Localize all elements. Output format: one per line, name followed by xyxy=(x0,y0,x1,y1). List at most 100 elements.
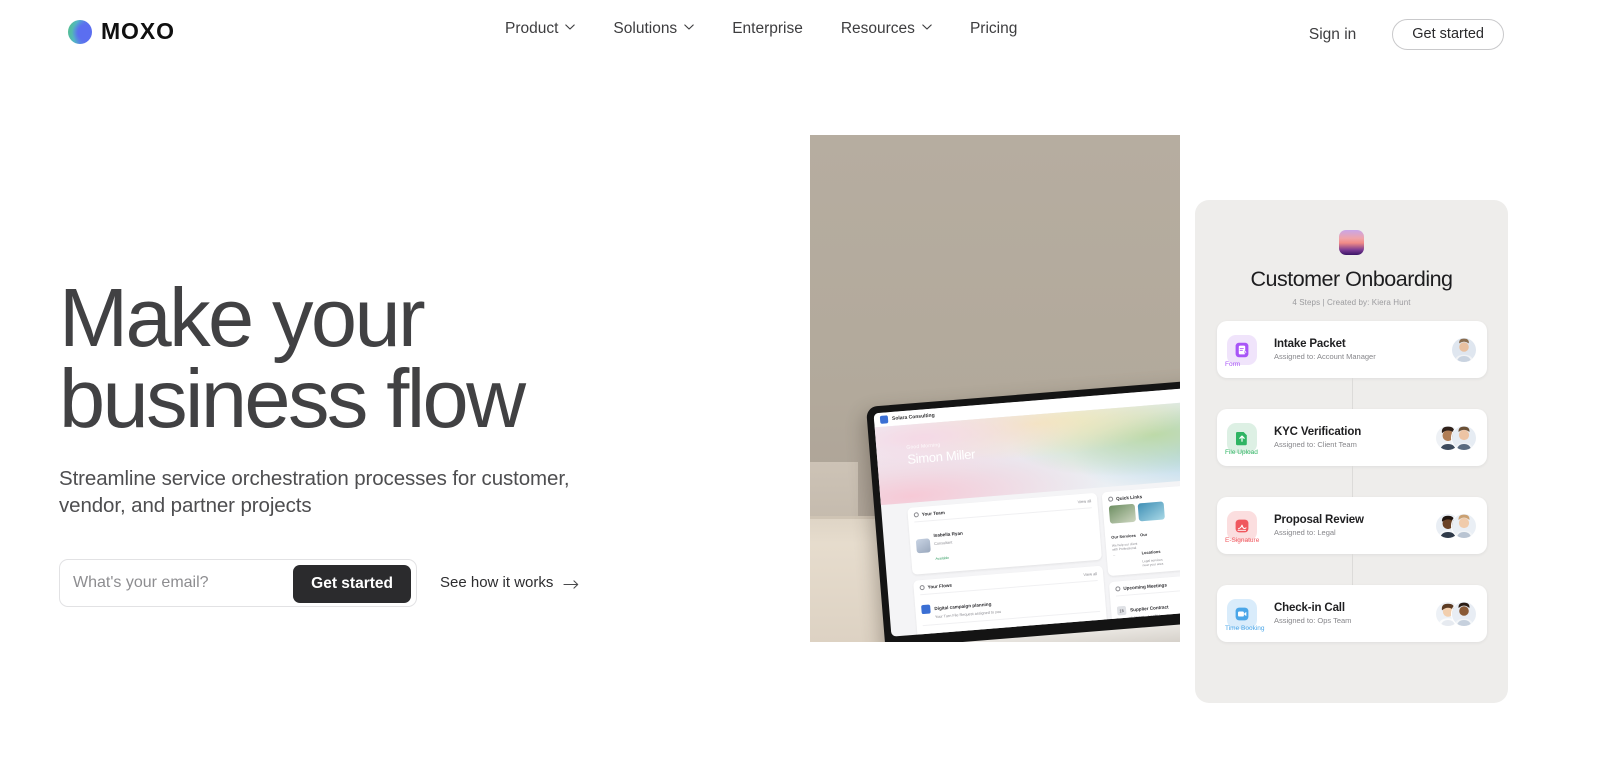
dashboard-org-name: Solara Consulting xyxy=(891,412,935,422)
date-chip: 15 xyxy=(1116,605,1127,616)
step-text: Proposal Review Assigned to: Legal xyxy=(1274,514,1435,537)
hero-photo: Solara Consulting Good Morning Simon Mil… xyxy=(810,135,1180,642)
step-name: KYC Verification xyxy=(1274,426,1362,438)
dashboard-row: 15 Supplier Contract 3:00PM - 4:00PM xyxy=(1115,586,1180,626)
view-all-link[interactable]: View all xyxy=(1077,498,1091,504)
step-connector xyxy=(1352,466,1353,497)
workflow-step-kyc-verification[interactable]: File Upload KYC Verification Assigned to… xyxy=(1217,409,1487,497)
step-assignee: Assigned to: Account Manager xyxy=(1274,352,1376,361)
chevron-down-icon xyxy=(565,23,576,33)
dashboard-card-your-team: Your Team View all Isabella Ryan Consult… xyxy=(907,492,1103,576)
dashboard-card-your-flows: Your Flows View all Digital campaign pla… xyxy=(913,565,1109,637)
nav-item-enterprise-label: Enterprise xyxy=(732,20,803,37)
gradient-app-icon xyxy=(1339,230,1364,255)
dashboard-org-logo-icon xyxy=(879,415,889,424)
flow-icon xyxy=(921,604,931,615)
sign-in-link[interactable]: Sign in xyxy=(1309,26,1356,44)
nav-item-resources[interactable]: Resources xyxy=(841,20,932,38)
workflow-panel: Customer Onboarding 4 Steps | Created by… xyxy=(1195,200,1508,703)
nav-actions: Sign in Get started xyxy=(1309,19,1504,50)
alert-badge xyxy=(1094,622,1102,631)
step-name: Check-in Call xyxy=(1274,602,1345,614)
monitor: Solara Consulting Good Morning Simon Mil… xyxy=(866,374,1180,642)
step-tag: File Upload xyxy=(1225,448,1258,456)
workflow-meta: 4 Steps | Created by: Kiera Hunt xyxy=(1292,298,1411,307)
workflow-step-proposal-review[interactable]: E-Signature Proposal Review Assigned to:… xyxy=(1217,497,1487,585)
quick-link-thumbnails xyxy=(1108,497,1180,524)
hero-subtitle: Streamline service orchestration process… xyxy=(59,467,570,518)
link-icon xyxy=(1107,496,1114,502)
dashboard-row-name: Isabella Ryan xyxy=(933,530,964,538)
email-input[interactable] xyxy=(60,559,295,606)
see-how-it-works-label: See how it works xyxy=(440,574,554,592)
dashboard-card-upcoming-meetings: Upcoming Meetings 15 Supplier Contract 3… xyxy=(1108,572,1180,632)
nav-item-enterprise[interactable]: Enterprise xyxy=(732,20,803,38)
step-connector xyxy=(1352,378,1353,409)
nav-item-product[interactable]: Product xyxy=(505,20,576,38)
email-signup-form: Get started xyxy=(59,558,417,607)
avatar xyxy=(915,537,931,554)
brand-logo[interactable]: MOXO xyxy=(68,18,175,45)
dashboard-section-title: Your Team xyxy=(921,510,945,517)
step-text: KYC Verification Assigned to: Client Tea… xyxy=(1274,426,1435,449)
step-icon-wrap: Time Booking xyxy=(1225,598,1265,632)
nav-item-pricing[interactable]: Pricing xyxy=(970,20,1017,38)
page-title: Make your business flow xyxy=(59,271,526,445)
nav-item-solutions[interactable]: Solutions xyxy=(613,20,694,38)
dashboard-row-name: Our Locations xyxy=(1139,531,1161,556)
thumbnail xyxy=(1108,503,1137,524)
dashboard-row-name: Statement of work xyxy=(937,634,977,637)
step-text: Check-in Call Assigned to: Ops Team xyxy=(1274,602,1435,625)
dashboard-row: Isabella Ryan Consultant Available xyxy=(914,507,1096,570)
dashboard-row-sub: Consultant xyxy=(934,540,953,546)
nav-item-pricing-label: Pricing xyxy=(969,20,1018,37)
step-assignee: Assigned to: Ops Team xyxy=(1274,616,1352,625)
nav-item-product-label: Product xyxy=(505,20,559,37)
step-tag: Time Booking xyxy=(1225,624,1265,632)
dashboard-row-name: Our Services xyxy=(1111,532,1137,540)
view-all-link[interactable]: View all xyxy=(1083,571,1097,577)
see-how-it-works-link[interactable]: See how it works xyxy=(440,574,580,591)
step-name: Proposal Review xyxy=(1274,514,1364,526)
avatar xyxy=(1451,600,1477,627)
monitor-screen: Solara Consulting Good Morning Simon Mil… xyxy=(873,382,1180,637)
dashboard-row-name: Supplier Contract xyxy=(1129,604,1169,613)
landing-page: MOXO Product Solutions Enterprise Resour… xyxy=(0,0,1600,782)
step-avatars xyxy=(1435,512,1477,539)
nav-get-started-button[interactable]: Get started xyxy=(1392,19,1504,50)
hero-cta-row: Get started See how it works xyxy=(59,558,699,607)
flow-icon xyxy=(923,635,934,637)
flows-icon xyxy=(919,585,925,591)
step-assignee: Assigned to: Client Team xyxy=(1274,440,1357,449)
workflow-steps: Form Intake Packet Assigned to: Account … xyxy=(1217,321,1487,642)
nav-links: Product Solutions Enterprise Resources P… xyxy=(505,20,1017,38)
step-icon-wrap: File Upload xyxy=(1225,422,1262,456)
workflow-step-check-in-call[interactable]: Time Booking Check-in Call Assigned to: … xyxy=(1217,585,1487,642)
arrow-right-icon xyxy=(563,577,580,590)
nav-item-resources-label: Resources xyxy=(840,20,915,37)
status-badge: Available xyxy=(935,556,950,562)
avatar xyxy=(1451,336,1477,363)
step-icon-wrap: E-Signature xyxy=(1225,510,1262,544)
workflow-step-intake-packet[interactable]: Form Intake Packet Assigned to: Account … xyxy=(1217,321,1487,409)
step-name: Intake Packet xyxy=(1274,338,1346,350)
hero-get-started-button[interactable]: Get started xyxy=(293,564,411,603)
workflow-title: Customer Onboarding xyxy=(1250,267,1453,291)
step-avatars xyxy=(1435,424,1477,451)
brand-name: MOXO xyxy=(101,18,175,44)
dashboard-section-title: Quick Links xyxy=(1115,494,1143,502)
workflow-panel-header: Customer Onboarding 4 Steps | Created by… xyxy=(1195,200,1508,307)
step-avatars xyxy=(1451,336,1477,363)
step-assignee: Assigned to: Legal xyxy=(1274,528,1336,537)
dashboard-main-column: Your Team View all Isabella Ryan Consult… xyxy=(907,492,1109,637)
step-avatars xyxy=(1435,600,1477,627)
step-connector xyxy=(1352,554,1353,585)
team-icon xyxy=(913,512,920,518)
step-tag: Form xyxy=(1225,360,1241,368)
dashboard-row-sub: Legal services near your area xyxy=(1142,557,1164,568)
dashboard-row-sub: 3:00PM - 4:00PM xyxy=(1130,614,1161,621)
dashboard-side-column: Quick Links Our Services We help our cli… xyxy=(1101,482,1180,637)
chevron-down-icon xyxy=(922,23,932,33)
step-text: Intake Packet Assigned to: Account Manag… xyxy=(1274,338,1451,361)
moxo-sphere-logo-icon xyxy=(68,19,92,44)
